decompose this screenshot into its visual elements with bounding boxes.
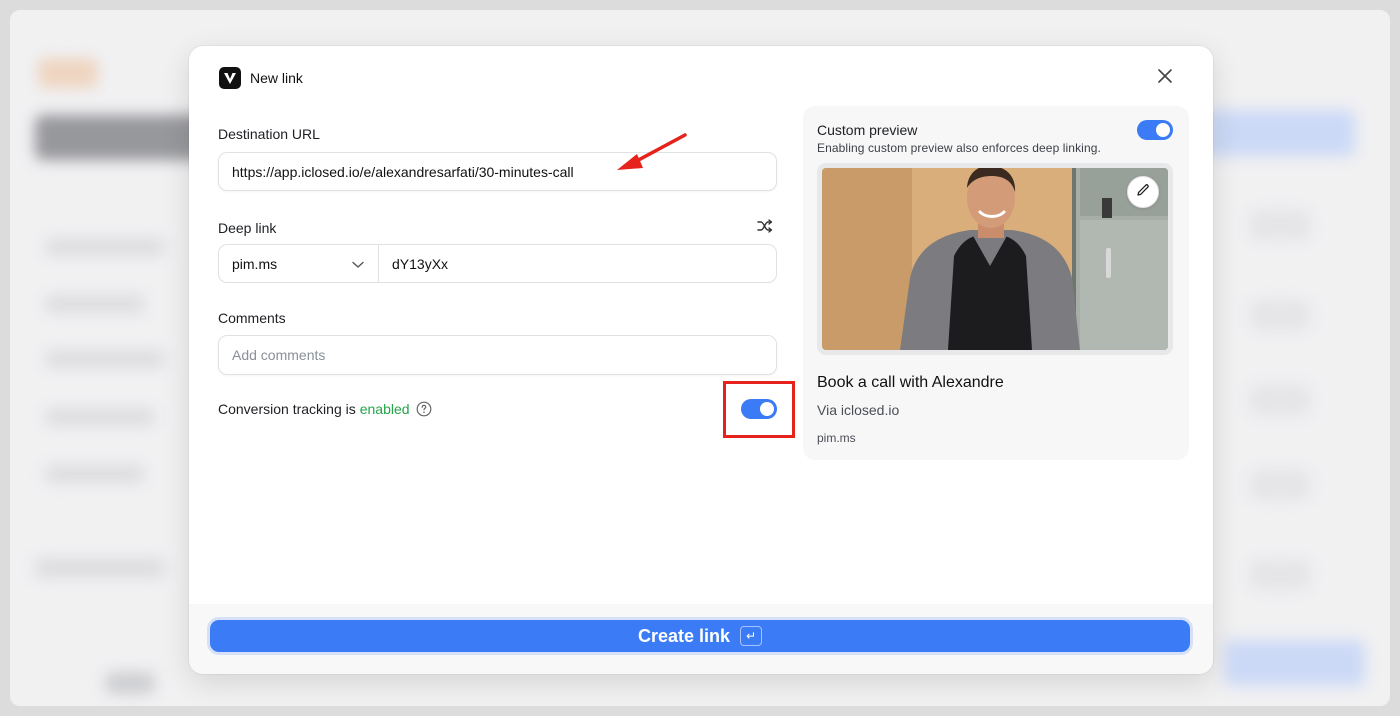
edit-image-button[interactable]	[1127, 176, 1159, 208]
tracking-status: enabled	[359, 401, 410, 417]
domain-select-value: pim.ms	[232, 255, 278, 272]
modal-footer: Create link ↵	[189, 604, 1213, 674]
custom-preview-panel: Custom preview Enabling custom preview a…	[803, 106, 1189, 460]
tracking-label: Conversion tracking is	[218, 401, 356, 417]
custom-preview-toggle[interactable]	[1137, 120, 1173, 140]
app-logo-icon	[219, 67, 241, 89]
shuffle-slug-button[interactable]	[755, 218, 775, 238]
modal-title: New link	[250, 70, 303, 86]
close-icon	[1158, 68, 1172, 88]
preview-image-frame	[817, 163, 1173, 355]
destination-url-label: Destination URL	[218, 126, 320, 142]
pencil-icon	[1136, 183, 1150, 202]
comments-label: Comments	[218, 310, 286, 326]
close-button[interactable]	[1153, 66, 1177, 90]
deep-link-label: Deep link	[218, 220, 277, 236]
comments-input[interactable]: Add comments	[218, 335, 777, 375]
custom-preview-description: Enabling custom preview also enforces de…	[817, 141, 1101, 155]
create-link-button[interactable]: Create link ↵	[210, 620, 1190, 652]
enter-key-icon: ↵	[740, 626, 763, 646]
preview-image	[822, 168, 1168, 350]
domain-select[interactable]: pim.ms	[218, 244, 379, 283]
shuffle-icon	[757, 218, 773, 238]
conversion-tracking-row: Conversion tracking is enabled	[218, 401, 432, 417]
help-icon[interactable]	[416, 401, 432, 417]
conversion-tracking-toggle[interactable]	[741, 399, 777, 419]
modal-header: New link	[219, 66, 303, 90]
preview-card-title: Book a call with Alexandre	[817, 374, 1004, 391]
preview-card-via: Via iclosed.io	[817, 402, 900, 418]
annotation-arrow-icon	[617, 133, 687, 170]
slug-input[interactable]: dY13yXx	[379, 244, 777, 283]
chevron-down-icon	[352, 256, 364, 272]
custom-preview-title: Custom preview	[817, 122, 918, 138]
preview-card-domain: pim.ms	[817, 431, 856, 445]
destination-url-input[interactable]: https://app.iclosed.io/e/alexandresarfat…	[218, 152, 777, 191]
new-link-modal: New link Destination URL https://app.icl…	[189, 46, 1213, 674]
create-link-label: Create link	[637, 625, 731, 646]
